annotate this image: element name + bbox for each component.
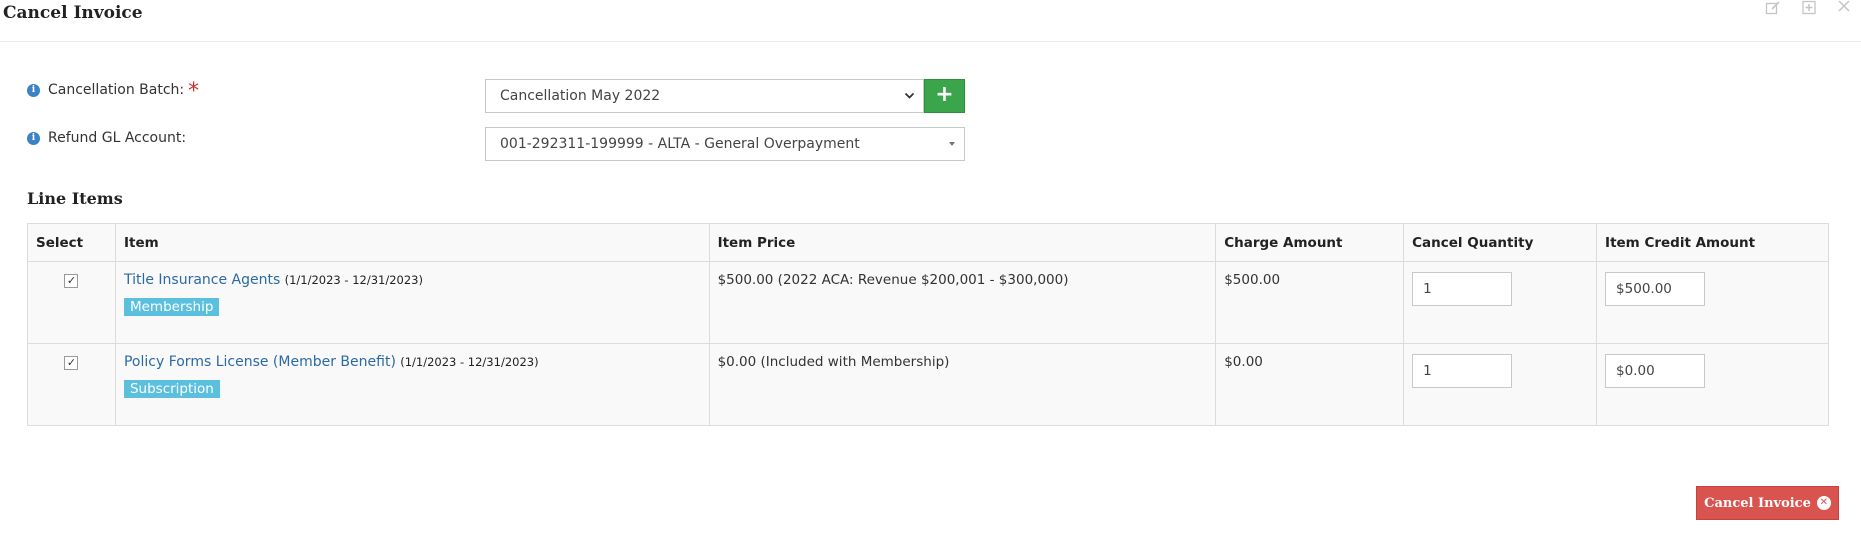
- refund-gl-label: Refund GL Account:: [48, 130, 187, 146]
- item-price-cell: $0.00 (Included with Membership): [708, 343, 1217, 426]
- item-cell: Policy Forms License (Member Benefit) (1…: [114, 343, 710, 426]
- column-header-item-price: Item Price: [708, 223, 1217, 262]
- refund-gl-value: 001-292311-199999 - ALTA - General Overp…: [500, 136, 860, 152]
- cancel-quantity-input[interactable]: [1412, 272, 1513, 306]
- column-header-cancel-quantity: Cancel Quantity: [1403, 223, 1598, 262]
- select-checkbox[interactable]: ✓: [64, 356, 79, 370]
- credit-amount-input[interactable]: [1605, 272, 1706, 306]
- credit-amount-cell: [1596, 261, 1829, 344]
- line-items-table: Select Item Item Price Charge Amount Can…: [27, 223, 1829, 426]
- select-checkbox[interactable]: ✓: [64, 274, 79, 288]
- cancellation-batch-value: Cancellation May 2022: [500, 88, 661, 104]
- table-row: ✓ Policy Forms License (Member Benefit) …: [27, 343, 1829, 426]
- cancel-invoice-label: Cancel Invoice: [1704, 495, 1811, 511]
- column-header-item: Item: [114, 223, 710, 262]
- refund-gl-select[interactable]: 001-292311-199999 - ALTA - General Overp…: [485, 127, 965, 161]
- close-circle-icon: ✕: [1816, 496, 1831, 510]
- select-cell: ✓: [27, 261, 116, 344]
- item-link[interactable]: Title Insurance Agents: [124, 272, 280, 288]
- expand-icon[interactable]: [1801, 0, 1819, 18]
- table-header-row: Select Item Item Price Charge Amount Can…: [27, 223, 1829, 262]
- item-link[interactable]: Policy Forms License (Member Benefit): [124, 354, 396, 370]
- cancellation-batch-row: i Cancellation Batch: *: [27, 79, 200, 104]
- header-icons: [1765, 0, 1855, 18]
- table-row: ✓ Title Insurance Agents (1/1/2023 - 12/…: [27, 261, 1829, 344]
- charge-amount-cell: $500.00: [1215, 261, 1405, 344]
- credit-amount-input[interactable]: [1605, 354, 1706, 388]
- column-header-charge-amount: Charge Amount: [1215, 223, 1405, 262]
- dialog-title: Cancel Invoice: [3, 3, 143, 23]
- plus-icon: +: [935, 82, 954, 107]
- close-icon[interactable]: [1837, 0, 1855, 18]
- select-cell: ✓: [27, 343, 116, 426]
- item-price-cell: $500.00 (2022 ACA: Revenue $200,001 - $3…: [708, 261, 1217, 344]
- cancel-invoice-button[interactable]: Cancel Invoice ✕: [1696, 486, 1839, 520]
- column-header-item-credit-amount: Item Credit Amount: [1596, 223, 1829, 262]
- cancel-quantity-input[interactable]: [1412, 354, 1513, 388]
- chevron-down-icon: [904, 80, 915, 125]
- required-mark: *: [188, 79, 200, 104]
- item-type-badge: Membership: [123, 298, 220, 316]
- line-items-title: Line Items: [27, 189, 123, 208]
- cancel-quantity-cell: [1403, 261, 1598, 344]
- item-dates: (1/1/2023 - 12/31/2023): [284, 273, 423, 287]
- item-cell: Title Insurance Agents (1/1/2023 - 12/31…: [114, 261, 710, 344]
- column-header-select: Select: [27, 223, 116, 262]
- credit-amount-cell: [1596, 343, 1829, 426]
- charge-amount-cell: $0.00: [1215, 343, 1405, 426]
- refund-gl-row: i Refund GL Account:: [27, 130, 186, 146]
- info-icon[interactable]: i: [27, 131, 40, 145]
- caret-down-icon: [948, 128, 956, 174]
- dialog-header: Cancel Invoice: [0, 0, 1861, 42]
- cancel-quantity-cell: [1403, 343, 1598, 426]
- info-icon[interactable]: i: [27, 83, 40, 97]
- edit-icon[interactable]: [1765, 0, 1783, 18]
- item-dates: (1/1/2023 - 12/31/2023): [400, 355, 539, 369]
- cancellation-batch-label: Cancellation Batch:: [48, 82, 185, 98]
- cancellation-batch-select[interactable]: Cancellation May 2022: [485, 79, 924, 113]
- add-batch-button[interactable]: +: [924, 79, 965, 113]
- item-type-badge: Subscription: [123, 380, 220, 398]
